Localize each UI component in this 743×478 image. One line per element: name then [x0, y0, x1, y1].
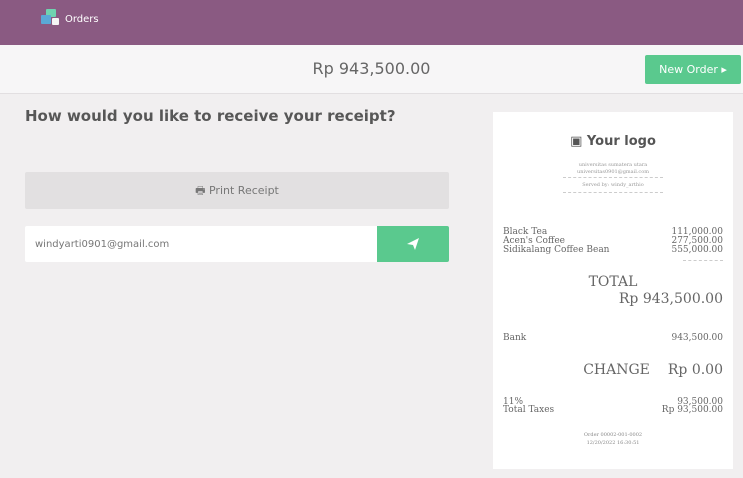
total-label: TOTAL [588, 274, 638, 290]
print-receipt-button[interactable]: 🖶 Print Receipt [25, 172, 449, 209]
change-line: CHANGE Rp 0.00 [583, 362, 723, 378]
change-value: Rp 0.00 [667, 362, 723, 378]
change-label: CHANGE [583, 362, 650, 378]
order-header: Rp 943,500.00 New Order ▸ [0, 45, 743, 94]
odoo-logo-icon [41, 9, 59, 25]
receipt-line-item: Sidikalang Coffee Bean 555,000.00 [503, 245, 723, 255]
receipt-preview: ▣ Your logo universitas sumatera utara u… [493, 112, 733, 469]
order-date: 12/20/2022 16:30:51 [586, 440, 640, 446]
payment-line: Bank 943,500.00 [503, 333, 723, 343]
payment-amount: 943,500.00 [671, 333, 723, 343]
total-taxes-label: Total Taxes [503, 405, 555, 415]
receipt-question: How would you like to receive your recei… [25, 107, 396, 125]
order-reference: Order 00002-001-0002 [583, 432, 643, 438]
top-navbar: Orders [0, 0, 743, 45]
divider [563, 192, 663, 193]
divider [683, 260, 723, 261]
item-name: Sidikalang Coffee Bean [503, 245, 610, 255]
order-amount: Rp 943,500.00 [312, 59, 431, 78]
app-name: Orders [65, 13, 99, 25]
served-by: Served by: windy_arthio [582, 182, 644, 188]
receipt-logo: ▣ Your logo [570, 134, 656, 149]
new-order-button[interactable]: New Order ▸ [645, 55, 741, 84]
company-name: universitas sumatera utara [578, 162, 648, 168]
total-taxes-value: Rp 93,500.00 [661, 405, 723, 415]
paper-plane-icon [407, 238, 419, 250]
item-price: 555,000.00 [671, 245, 723, 255]
company-email: universitas0901@gmail.com [577, 169, 649, 175]
divider [563, 177, 663, 178]
email-field[interactable] [25, 226, 377, 262]
send-email-button[interactable] [377, 226, 449, 262]
total-taxes-line: Total Taxes Rp 93,500.00 [503, 405, 723, 415]
total-value: Rp 943,500.00 [618, 291, 723, 307]
payment-method: Bank [503, 333, 527, 343]
app-logo[interactable]: Orders [39, 9, 99, 29]
